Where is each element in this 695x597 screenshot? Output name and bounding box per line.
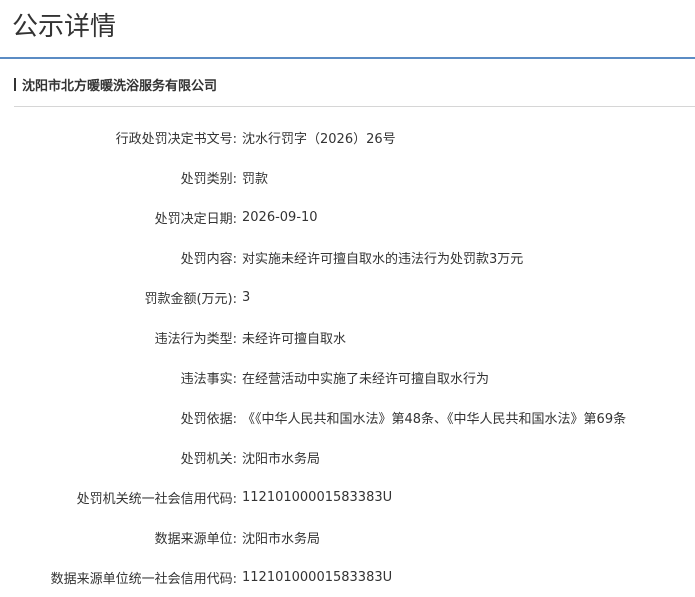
detail-label: 处罚依据: <box>180 411 237 427</box>
detail-label: 数据来源单位: <box>154 531 237 547</box>
detail-label: 处罚内容: <box>180 251 237 267</box>
detail-label: 处罚决定日期: <box>154 211 237 227</box>
detail-label: 处罚机关统一社会信用代码: <box>76 491 237 507</box>
detail-row-data-source: 数据来源单位: 沈阳市水务局 <box>0 517 695 557</box>
detail-value: 在经营活动中实施了未经许可擅自取水行为 <box>242 371 490 387</box>
detail-row-violation-type: 违法行为类型: 未经许可擅自取水 <box>0 317 695 357</box>
title-underline <box>0 57 695 59</box>
detail-label: 违法行为类型: <box>154 331 237 347</box>
detail-value: 3 <box>242 289 251 305</box>
detail-label: 处罚类别: <box>180 171 237 187</box>
detail-label: 违法事实: <box>180 371 237 387</box>
detail-row-violation-facts: 违法事实: 在经营活动中实施了未经许可擅自取水行为 <box>0 357 695 397</box>
detail-row-fine-amount: 罚款金额(万元): 3 <box>0 277 695 317</box>
detail-value: 未经许可擅自取水 <box>242 331 347 347</box>
company-name: 沈阳市北方暖暖洗浴服务有限公司 <box>22 78 218 94</box>
page-title: 公示详情 <box>12 12 117 42</box>
detail-row-penalty-category: 处罚类别: 罚款 <box>0 157 695 197</box>
detail-row-penalty-authority: 处罚机关: 沈阳市水务局 <box>0 437 695 477</box>
detail-value: 11210100001583383U <box>242 569 393 585</box>
detail-value: 罚款 <box>242 171 269 187</box>
detail-label: 行政处罚决定书文号: <box>115 131 237 147</box>
detail-value: 11210100001583383U <box>242 489 393 505</box>
detail-value: 对实施未经许可擅自取水的违法行为处罚款3万元 <box>242 251 524 267</box>
detail-value: 2026-09-10 <box>242 209 318 225</box>
detail-row-decision-date: 处罚决定日期: 2026-09-10 <box>0 197 695 237</box>
company-header: 沈阳市北方暖暖洗浴服务有限公司 <box>14 72 217 96</box>
section-divider <box>14 106 695 107</box>
detail-value: 沈阳市水务局 <box>242 531 321 547</box>
detail-value: 《《中华人民共和国水法》第48条、《中华人民共和国水法》第69条 <box>242 411 627 427</box>
detail-value: 沈阳市水务局 <box>242 451 321 467</box>
detail-row-legal-basis: 处罚依据: 《《中华人民共和国水法》第48条、《中华人民共和国水法》第69条 <box>0 397 695 437</box>
detail-list: 行政处罚决定书文号: 沈水行罚字（2026）26号 处罚类别: 罚款 处罚决定日… <box>0 117 695 597</box>
detail-row-authority-credit-code: 处罚机关统一社会信用代码: 11210100001583383U <box>0 477 695 517</box>
detail-label: 罚款金额(万元): <box>144 291 237 307</box>
detail-label: 数据来源单位统一社会信用代码: <box>50 571 237 587</box>
detail-row-data-source-credit-code: 数据来源单位统一社会信用代码: 11210100001583383U <box>0 557 695 597</box>
section-marker <box>14 77 16 91</box>
detail-label: 处罚机关: <box>180 451 237 467</box>
detail-row-decision-number: 行政处罚决定书文号: 沈水行罚字（2026）26号 <box>0 117 695 157</box>
detail-value: 沈水行罚字（2026）26号 <box>242 131 396 147</box>
detail-row-penalty-content: 处罚内容: 对实施未经许可擅自取水的违法行为处罚款3万元 <box>0 237 695 277</box>
